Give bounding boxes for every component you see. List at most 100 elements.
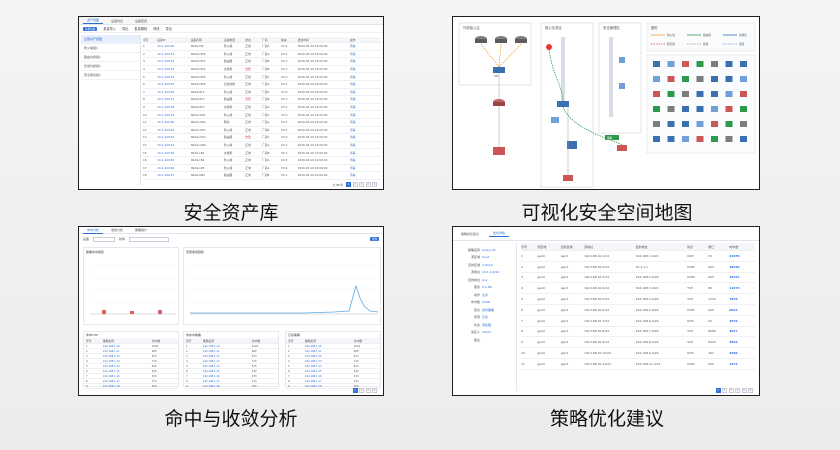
- router-icon[interactable]: [495, 36, 507, 43]
- table-cell[interactable]: 查看: [350, 97, 369, 101]
- server-icon[interactable]: [696, 121, 704, 127]
- table-row[interactable]: 8 10.1.100.57 NSAS-RT2 路由器 告警 厂商B V5.1 2020-03-…: [143, 96, 381, 104]
- column-header[interactable]: 命中数: [150, 339, 178, 343]
- column-header[interactable]: 目的区域: [561, 245, 584, 249]
- page-button[interactable]: 3: [359, 182, 364, 187]
- table-row[interactable]: 8 gei/0 gei/1 192.168.10.8/24 192.168.7.0/24…: [521, 327, 755, 338]
- router-icon[interactable]: [711, 61, 718, 67]
- page-button[interactable]: 2: [352, 182, 358, 187]
- gateway-icon[interactable]: [682, 76, 689, 82]
- switch-icon[interactable]: [711, 91, 718, 97]
- sidebar-item-gw[interactable]: 安全网关组1: [81, 71, 140, 80]
- table-row[interactable]: 11 10.1.100.60 NSAS-SW2 网关 正常 厂商A V3.2 2020-03-…: [143, 119, 381, 127]
- column-header[interactable]: 端口: [708, 245, 729, 249]
- server-icon[interactable]: [567, 141, 577, 149]
- column-header[interactable]: 策略名称: [303, 339, 352, 343]
- page-button[interactable]: 1: [346, 182, 351, 187]
- router-icon[interactable]: [475, 36, 487, 43]
- column-header[interactable]: 序号: [143, 38, 157, 42]
- table-row[interactable]: 17 10.1.100.66 NSAS-LB3 防火墙 正常 厂商A V3.2 2020-03…: [143, 165, 381, 173]
- column-header[interactable]: 序号: [521, 245, 537, 249]
- switch-icon[interactable]: [696, 91, 704, 97]
- edit-button[interactable]: 修改: [153, 26, 159, 31]
- table-cell[interactable]: 查看: [350, 67, 369, 71]
- table-row[interactable]: 10 10.1.100.59 NSAS-SW1 防火墙 正常 厂商C V2.0 2020-03…: [143, 111, 381, 119]
- table-row[interactable]: 7 10.1.100.56 NSAS-RT1 防火墙 正常 厂商C V2.0 2020-03-…: [143, 89, 381, 97]
- table-cell[interactable]: 查看: [350, 135, 369, 139]
- column-header[interactable]: 设备名称: [191, 38, 224, 42]
- table-cell[interactable]: 查看: [350, 44, 369, 48]
- tab-convergence[interactable]: 收敛分析: [107, 227, 127, 233]
- page-button[interactable]: 6: [748, 388, 753, 393]
- table-row[interactable]: 9 gei/0 gei/1 192.168.10.9/24 192.168.8.0/24…: [521, 337, 755, 349]
- column-header[interactable]: 策略名称: [201, 339, 250, 343]
- server-icon[interactable]: [711, 106, 718, 112]
- page-button[interactable]: 5: [741, 388, 747, 393]
- router-icon[interactable]: [696, 76, 704, 82]
- tab-hit-analysis[interactable]: 命中分析: [83, 227, 104, 234]
- table-cell[interactable]: 查看: [350, 82, 369, 86]
- column-header[interactable]: 更新时间: [298, 38, 350, 42]
- firewall-icon[interactable]: [696, 136, 704, 142]
- table-cell[interactable]: 查看: [350, 158, 369, 162]
- table-row[interactable]: 2 10.1.100.51 NSAS-FW2 防火墙 正常 厂商A V3.2 2020-03-…: [143, 51, 381, 59]
- column-header[interactable]: 厂商: [262, 38, 281, 42]
- page-button[interactable]: 2: [359, 388, 364, 393]
- firewall-icon[interactable]: [740, 91, 747, 97]
- firewall-icon[interactable]: [653, 91, 660, 97]
- switch-icon[interactable]: [725, 76, 733, 82]
- export2-button[interactable]: 导出: [166, 26, 172, 31]
- table-cell[interactable]: 查看: [350, 120, 369, 124]
- column-header[interactable]: 目的地址: [636, 245, 687, 249]
- table-cell[interactable]: 查看: [350, 75, 369, 79]
- switch-icon[interactable]: [667, 121, 675, 127]
- sidebar-item-fw[interactable]: 防火墙组1: [81, 44, 140, 53]
- column-header[interactable]: 版本: [281, 38, 298, 42]
- table-row[interactable]: 6 gei/0 gei/1 192.168.10.6/24 192.168.5.0/24…: [521, 305, 755, 316]
- column-header[interactable]: 命中数: [250, 339, 278, 343]
- table-row[interactable]: 18 10.1.100.67 NSAS-DB1 路由器 正常 厂商B V5.1 2020-03…: [143, 172, 381, 180]
- tab-optimization[interactable]: 策略优化建议: [457, 231, 483, 237]
- column-header[interactable]: 命中数: [729, 245, 755, 249]
- server-icon[interactable]: [667, 61, 675, 67]
- table-row[interactable]: 5 10.1.100.54 NSAS-FW5 防火墙 正常 厂商C V2.0 2020-03-…: [143, 73, 381, 81]
- tab-device-config[interactable]: 设备配置: [131, 18, 151, 24]
- server-icon[interactable]: [725, 91, 733, 97]
- table-cell[interactable]: 查看: [350, 113, 369, 117]
- table-cell[interactable]: 查看: [350, 59, 369, 63]
- table-row[interactable]: 7 gei/0 gei/1 192.168.10.7/24 192.168.6.0/24…: [521, 316, 755, 327]
- table-cell[interactable]: 查看: [350, 151, 369, 155]
- batch-delete-button[interactable]: 批量删除: [135, 26, 148, 31]
- gateway-icon[interactable]: [696, 61, 704, 67]
- column-header[interactable]: 策略名称: [101, 339, 150, 343]
- page-button[interactable]: 1: [352, 388, 358, 393]
- page-button[interactable]: 3: [365, 388, 371, 393]
- gateway-icon[interactable]: [711, 136, 718, 142]
- table-row[interactable]: 1 gei/0 gei/1 192.168.10.1/24 192.168.1.0/24…: [521, 251, 755, 262]
- switch-icon[interactable]: [740, 136, 747, 142]
- column-header[interactable]: 序号: [184, 339, 201, 343]
- table-row[interactable]: 9 10.1.100.58 NSAS-RT3 交换机 正常 厂商A V3.2 2020-03-…: [143, 104, 381, 112]
- switch-icon[interactable]: [696, 106, 704, 112]
- table-cell[interactable]: 查看: [350, 90, 369, 94]
- router-icon[interactable]: [493, 99, 505, 106]
- gateway-icon[interactable]: [725, 121, 733, 127]
- firewall-icon[interactable]: [563, 175, 573, 181]
- column-header[interactable]: 操作: [350, 38, 369, 42]
- column-header[interactable]: 源地址: [584, 245, 635, 249]
- column-header[interactable]: 协议: [687, 245, 708, 249]
- time-range-input[interactable]: [129, 236, 170, 242]
- table-row[interactable]: 12 10.1.100.61 NSAS-SW3 防火墙 正常 厂商B V5.1 2020-03…: [143, 127, 381, 135]
- gateway-icon[interactable]: [653, 106, 660, 112]
- switch-icon[interactable]: [740, 61, 747, 67]
- page-button[interactable]: 5: [372, 182, 377, 187]
- switch-icon[interactable]: [557, 101, 569, 107]
- table-row[interactable]: 13 10.1.100.62 NSAS-GW1 路由器 告警 厂商C V2.0 2020-03…: [143, 134, 381, 142]
- page-button[interactable]: 4: [365, 182, 371, 187]
- firewall-icon[interactable]: [493, 147, 505, 155]
- sidebar-item-all[interactable]: 全部资产视图: [81, 35, 140, 44]
- router-icon[interactable]: [740, 121, 747, 127]
- firewall-icon[interactable]: [725, 106, 733, 112]
- table-cell[interactable]: 查看: [350, 128, 369, 132]
- switch-icon[interactable]: [725, 61, 733, 67]
